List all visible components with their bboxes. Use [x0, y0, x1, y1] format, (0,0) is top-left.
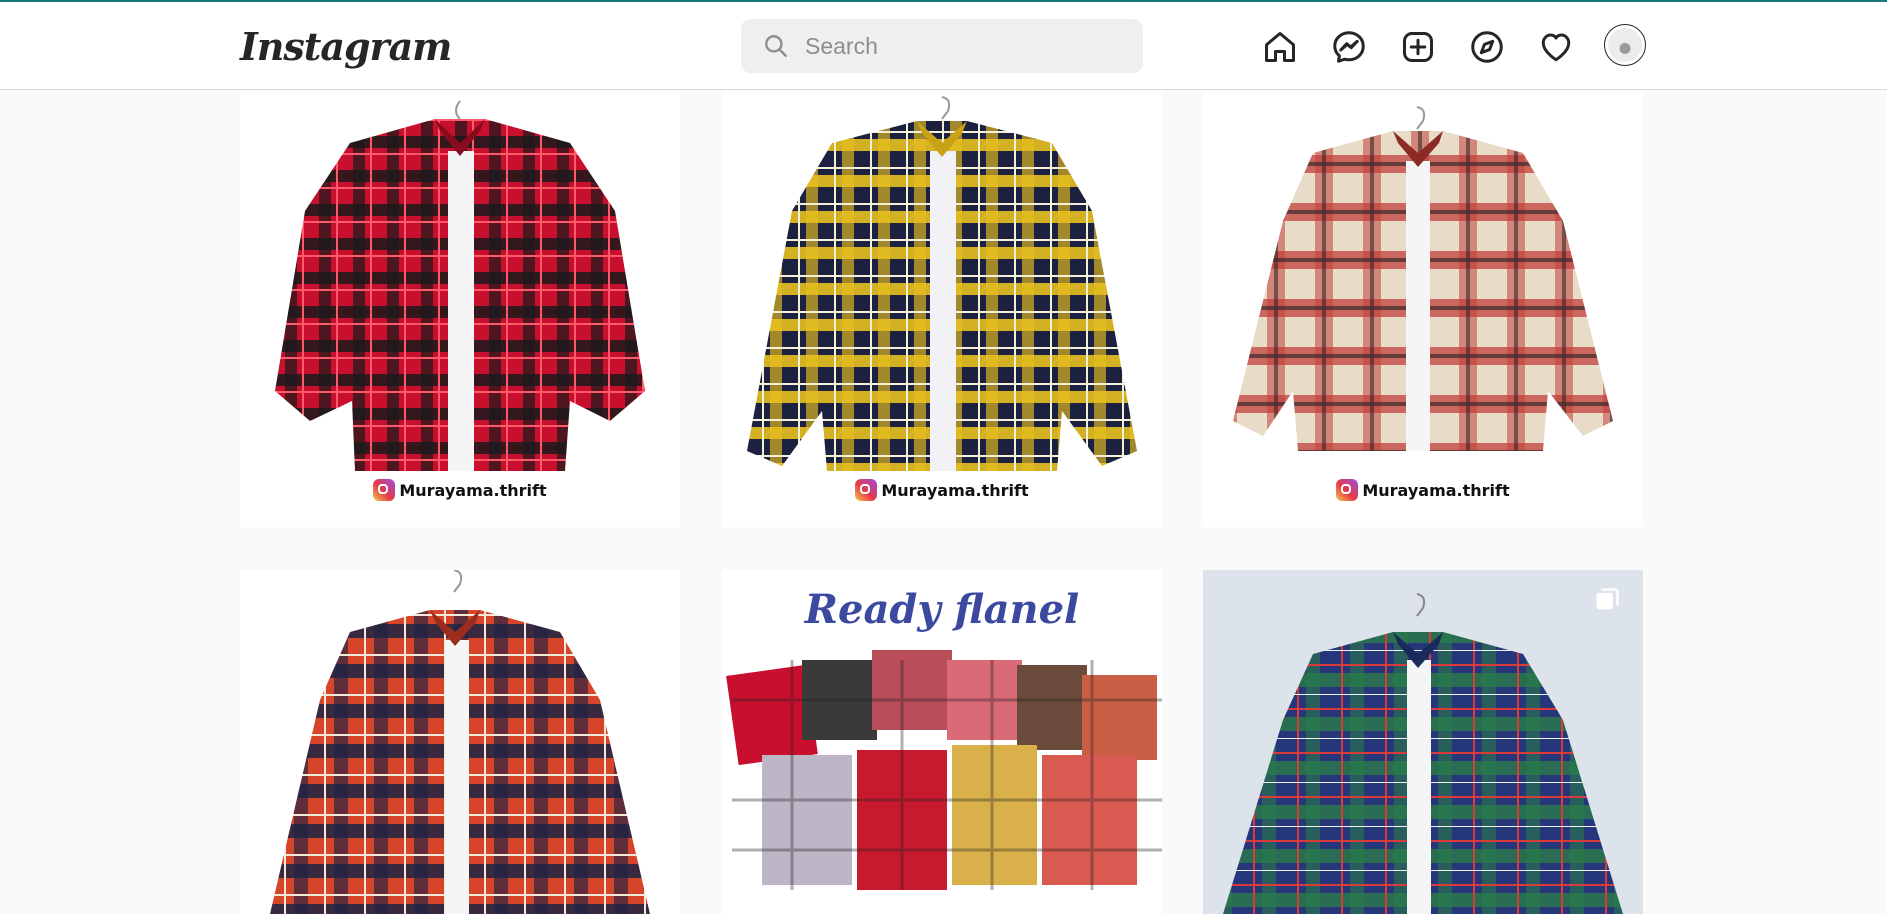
profile-avatar[interactable] — [1604, 24, 1646, 66]
activity-heart-icon — [1541, 33, 1571, 62]
multiple-images-icon — [1596, 588, 1619, 610]
activity-button[interactable] — [1536, 26, 1576, 68]
post-tile-3[interactable]: Murayama.thrift — [1203, 91, 1643, 527]
explore-icon — [1471, 31, 1503, 63]
new-post-icon — [1403, 32, 1433, 62]
post-tile-6[interactable] — [1203, 570, 1643, 914]
instagram-logo[interactable]: Instagram — [240, 22, 452, 72]
post-tile-1[interactable]: Murayama.thrift — [240, 91, 680, 527]
post-tile-5[interactable]: Ready flanel — [722, 570, 1162, 914]
watermark: Murayama.thrift — [240, 479, 680, 501]
shirt-image — [747, 96, 1137, 471]
watermark: Murayama.thrift — [1203, 479, 1643, 501]
instagram-glyph-icon — [1336, 479, 1359, 501]
watermark: Murayama.thrift — [722, 479, 1162, 501]
search-bar[interactable] — [741, 19, 1143, 73]
messenger-icon — [1333, 31, 1365, 63]
watermark-text: Murayama.thrift — [399, 481, 547, 500]
messenger-button[interactable] — [1329, 26, 1369, 68]
instagram-glyph-icon — [373, 479, 396, 501]
home-icon — [1265, 32, 1295, 62]
ready-flanel-heading: Ready flanel — [804, 586, 1080, 633]
avatar-image — [1608, 28, 1642, 62]
post-tile-2[interactable]: Murayama.thrift — [722, 91, 1162, 527]
search-icon — [765, 35, 787, 57]
shirt-image — [1223, 593, 1623, 914]
new-post-button[interactable] — [1398, 26, 1438, 68]
home-button[interactable] — [1260, 26, 1300, 68]
watermark-text: Murayama.thrift — [881, 481, 1029, 500]
shirt-image — [1233, 106, 1613, 451]
instagram-glyph-icon — [855, 479, 878, 501]
explore-button[interactable] — [1467, 26, 1507, 68]
top-navbar: Instagram — [0, 2, 1887, 90]
shirt-image — [275, 100, 645, 471]
post-tile-4[interactable] — [240, 570, 680, 914]
shirt-image — [270, 570, 650, 914]
search-input[interactable] — [805, 19, 1125, 73]
watermark-text: Murayama.thrift — [1362, 481, 1510, 500]
